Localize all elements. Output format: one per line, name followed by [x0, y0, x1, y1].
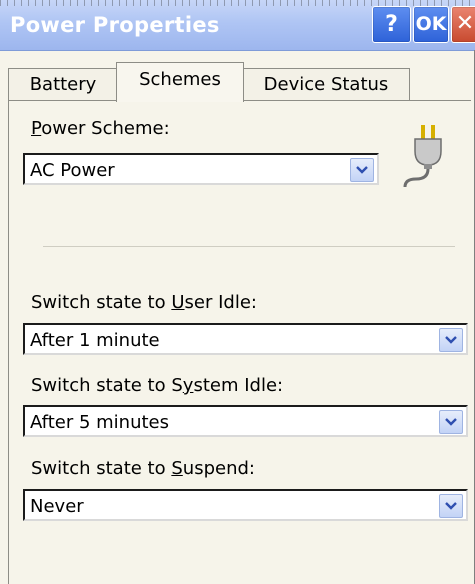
tab-battery[interactable]: Battery [8, 68, 118, 101]
chevron-down-icon[interactable] [439, 410, 463, 434]
chevron-down-icon[interactable] [439, 494, 463, 518]
suspend-label-after: uspend: [182, 458, 255, 479]
power-scheme-label-rest: ower Scheme: [41, 118, 170, 139]
window-title: Power Properties [10, 13, 220, 37]
suspend-select[interactable]: Never [23, 489, 468, 521]
tab-panel-left-border [8, 100, 9, 584]
ok-button[interactable]: OK [413, 6, 449, 43]
power-scheme-select[interactable]: AC Power [23, 153, 379, 185]
power-plug-icon [403, 125, 442, 188]
power-scheme-value: AC Power [30, 160, 115, 181]
system-idle-label-accel: y [182, 375, 194, 396]
user-idle-value: After 1 minute [30, 330, 160, 351]
chevron-down-icon[interactable] [350, 158, 374, 182]
close-button[interactable]: ✕ [451, 6, 475, 43]
system-idle-value: After 5 minutes [30, 412, 169, 433]
user-idle-label-after: ser Idle: [184, 292, 257, 313]
user-idle-select[interactable]: After 1 minute [23, 323, 468, 355]
suspend-label-before: Switch state to [31, 458, 172, 479]
suspend-label-accel: S [171, 458, 183, 479]
system-idle-select[interactable]: After 5 minutes [23, 405, 468, 437]
power-scheme-label-accel: P [31, 118, 42, 139]
user-idle-label: Switch state to User Idle: [31, 292, 257, 313]
suspend-label: Switch state to Suspend: [31, 458, 255, 479]
system-idle-label: Switch state to System Idle: [31, 375, 283, 396]
help-button[interactable]: ? [372, 6, 411, 43]
user-idle-label-before: Switch state to [31, 292, 172, 313]
system-idle-label-before: Switch state to S [31, 375, 183, 396]
tab-schemes[interactable]: Schemes [116, 62, 244, 102]
section-divider [43, 246, 455, 247]
system-idle-label-after: stem Idle: [193, 375, 284, 396]
chevron-down-icon[interactable] [439, 328, 463, 352]
power-scheme-label: Power Scheme: [31, 118, 170, 139]
suspend-value: Never [30, 496, 84, 517]
user-idle-label-accel: U [171, 292, 185, 313]
tab-device-status[interactable]: Device Status [242, 68, 410, 101]
title-bar: Power Properties ? OK ✕ [0, 0, 475, 51]
